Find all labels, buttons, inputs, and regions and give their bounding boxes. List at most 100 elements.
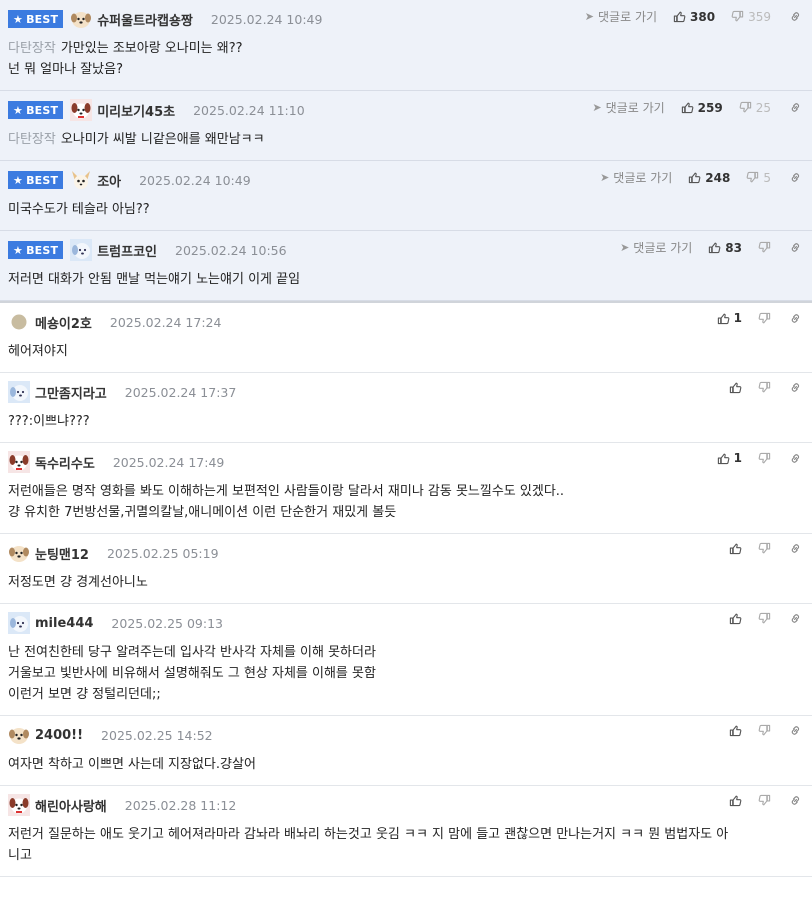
upvote-count: 1 [733,451,742,465]
upvote-button[interactable]: 380 [673,10,715,24]
upvote-button[interactable]: 259 [681,101,723,115]
upvote-count: 1 [733,311,742,325]
upvote-button[interactable]: 248 [688,171,730,185]
puppy-red-icon[interactable] [8,794,30,816]
thumbs-up-icon [708,241,721,254]
upvote-button[interactable] [729,381,742,394]
link-icon[interactable] [789,312,802,325]
comment-date: 2025.02.25 05:19 [106,545,219,561]
comment-header: 눈팅맨12 2025.02.25 05:19 [8,534,804,565]
best-label: BEST [26,12,59,26]
comment-body: 저정도면 걍 경계선아니노 [8,565,804,603]
comment: 그만좀지라고 2025.02.24 17:37 ???:이쁘냐??? [0,373,812,443]
nickname[interactable]: 트럼프코인 [97,241,157,260]
link-icon[interactable] [789,241,802,254]
nickname[interactable]: 2400!! [35,728,83,743]
upvote-button[interactable] [729,612,742,625]
nickname[interactable]: 독수리수도 [35,453,95,472]
chihuahua-icon[interactable] [70,169,92,191]
comment-list: ★ BEST 슈퍼울트라캡숑짱 2025.02.24 10:49 ➤ 댓글로 가기 380 3… [0,0,812,877]
upvote-button[interactable] [729,542,742,555]
nickname[interactable]: 눈팅맨12 [35,544,89,563]
comment-date: 2025.02.24 17:37 [124,384,237,400]
comment-body: 난 전여친한테 당구 알려주는데 입사각 반사각 자체를 이해 못하더라 거울보고… [8,635,804,715]
upvote-button[interactable]: 1 [717,311,742,325]
best-badge: ★ BEST [8,101,64,119]
downvote-button[interactable] [758,542,771,555]
upvote-button[interactable] [729,794,742,807]
comment-date: 2025.02.25 14:52 [101,727,213,743]
downvote-button[interactable]: 359 [731,10,771,24]
comment-body: 저런애들은 명작 영화를 봐도 이해하는게 보편적인 사람들이랑 달라서 재미나… [8,474,804,533]
dog-icon[interactable] [8,724,30,746]
link-icon[interactable] [789,101,802,114]
dog-icon[interactable] [8,542,30,564]
reply-link[interactable]: ➤ 댓글로 가기 [585,8,657,25]
comment-header: mile444 2025.02.25 09:13 [8,604,804,635]
nickname[interactable]: 그만좀지라고 [35,383,107,402]
link-icon[interactable] [789,452,802,465]
upvote-button[interactable]: 1 [717,451,742,465]
link-icon[interactable] [789,10,802,23]
reply-label: 댓글로 가기 [605,101,665,115]
puppy-blue-icon[interactable] [8,612,30,634]
dog-icon[interactable] [70,8,92,30]
downvote-button[interactable] [758,612,771,625]
nickname[interactable]: 슈퍼울트라캡숑짱 [97,10,193,29]
nickname[interactable]: 해린아사랑해 [35,796,107,815]
puppy-blue-icon[interactable] [70,239,93,261]
best-badge: ★ BEST [8,10,64,28]
comment-text: 가만있는 조보아랑 오나미는 왜?? [60,41,243,56]
link-icon[interactable] [789,381,802,394]
comment-actions: 1 [713,311,802,325]
nickname[interactable]: 미리보기45초 [97,101,175,120]
comment-actions [725,612,802,625]
thumbs-up-icon [729,542,742,555]
thumbs-up-icon [717,312,730,325]
thumbs-up-icon [729,794,742,807]
comment-body: 다탄장작 가만있는 조보아랑 오나미는 왜?? 넌 뭐 얼마나 잘났음? [8,31,804,90]
downvote-button[interactable] [758,241,771,254]
comment: 해린아사랑해 2025.02.28 11:12 저런거 질문하는 애도 웃기고 헤어… [0,786,812,877]
upvote-button[interactable] [729,724,742,737]
downvote-button[interactable] [758,312,771,325]
link-icon[interactable] [789,794,802,807]
comment-header: 해린아사랑해 2025.02.28 11:12 [8,786,804,817]
dot-icon[interactable] [8,311,30,333]
comment-line: 다탄장작 가만있는 조보아랑 오나미는 왜?? [8,38,804,59]
downvote-button[interactable] [758,452,771,465]
downvote-button[interactable] [758,381,771,394]
thumbs-down-icon [739,101,752,114]
downvote-button[interactable]: 5 [746,171,771,185]
reply-link[interactable]: ➤ 댓글로 가기 [600,169,672,186]
reply-link[interactable]: ➤ 댓글로 가기 [620,239,692,256]
link-icon[interactable] [789,542,802,555]
comment-line: 넌 뭐 얼마나 잘났음? [8,59,804,80]
thumbs-up-icon [681,101,694,114]
thumbs-down-icon [731,10,744,23]
comment-text: 미국수도가 테슬라 아님?? [8,202,150,217]
puppy-red-icon[interactable] [70,99,93,121]
link-icon[interactable] [789,171,802,184]
comment-text: 저러면 대화가 안됨 맨날 먹는얘기 노는얘기 이게 끝임 [8,272,301,287]
comment-text: 넌 뭐 얼마나 잘났음? [8,62,123,77]
link-icon[interactable] [789,612,802,625]
nickname[interactable]: 조아 [97,171,121,190]
comment-actions: 1 [713,451,802,465]
upvote-button[interactable]: 83 [708,241,742,255]
downvote-button[interactable]: 25 [739,101,771,115]
reply-link[interactable]: ➤ 댓글로 가기 [592,99,664,116]
nickname[interactable]: 메숑이2호 [35,313,92,332]
best-label: BEST [26,173,59,187]
thumbs-up-icon [729,381,742,394]
nickname[interactable]: mile444 [35,616,93,631]
comment-date: 2025.02.24 17:49 [112,454,225,470]
puppy-blue-icon[interactable] [8,381,30,403]
link-icon[interactable] [789,724,802,737]
puppy-red-icon[interactable] [8,451,30,473]
send-arrow-icon: ➤ [620,241,630,254]
comment: 메숑이2호 2025.02.24 17:24 1 헤어져야지 [0,303,812,373]
best-comment: ★ BEST 트럼프코인 2025.02.24 10:56 ➤ 댓글로 가기 83 저러면 대… [0,231,812,301]
downvote-button[interactable] [758,724,771,737]
downvote-button[interactable] [758,794,771,807]
